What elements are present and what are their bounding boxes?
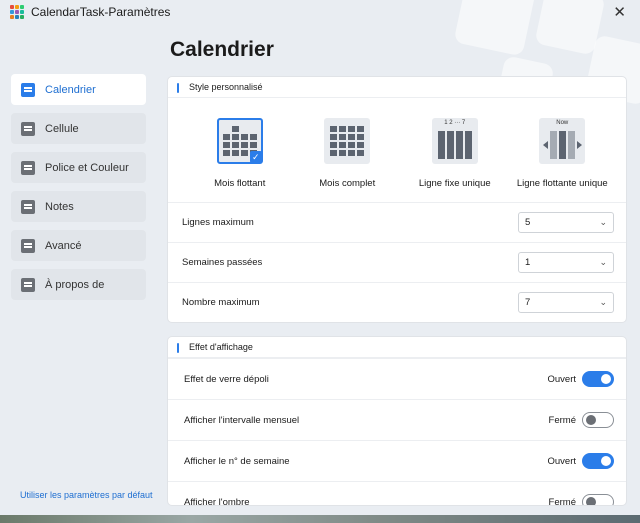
- setting-label: Afficher le n° de semaine: [184, 455, 290, 467]
- toggle-knob: [601, 374, 611, 384]
- style-option-ligne-fixe-unique[interactable]: 1 2 ··· 7 Ligne fixe unique: [401, 118, 509, 202]
- style-option-label: Mois complet: [319, 178, 376, 189]
- verre-depoli-toggle[interactable]: [582, 371, 614, 387]
- style-option-label: Ligne flottante unique: [516, 178, 608, 189]
- sidebar-item-police-couleur[interactable]: Police et Couleur: [11, 152, 146, 183]
- style-option-label: Mois flottant: [214, 178, 266, 189]
- sidebar-item-avance[interactable]: Avancé: [11, 230, 146, 261]
- style-option-mois-complet[interactable]: Mois complet: [294, 118, 402, 202]
- select-value: 5: [525, 217, 531, 228]
- full-month-thumbnail: [324, 118, 371, 164]
- semaines-passees-select[interactable]: 1 ⌄: [518, 252, 614, 273]
- setting-label: Semaines passées: [182, 257, 263, 268]
- setting-label: Nombre maximum: [182, 297, 260, 308]
- chevron-down-icon: ⌄: [599, 217, 607, 227]
- setting-row-ombre: Afficher l'ombre Fermé: [168, 481, 626, 506]
- chevron-down-icon: ⌄: [599, 257, 607, 267]
- toggle-state-label: Fermé: [548, 496, 576, 506]
- week-columns-icon: [437, 131, 472, 159]
- floating-month-thumbnail: ✓: [216, 118, 263, 164]
- setting-row-verre-depoli: Effet de verre dépoli Ouvert: [168, 358, 626, 399]
- floating-row-thumbnail: Now: [539, 118, 586, 164]
- cell-icon: [21, 121, 35, 136]
- info-icon: [21, 277, 35, 292]
- toggle-group: Ouvert: [547, 453, 614, 469]
- fixed-row-thumbnail: 1 2 ··· 7: [431, 118, 478, 164]
- sidebar-item-a-propos[interactable]: À propos de: [11, 269, 146, 300]
- select-value: 7: [525, 297, 531, 308]
- ombre-toggle[interactable]: [582, 494, 614, 505]
- setting-row-lignes-maximum: Lignes maximum 5 ⌄: [168, 202, 626, 242]
- setting-label: Lignes maximum: [182, 217, 254, 228]
- font-color-icon: [21, 160, 35, 175]
- style-option-label: Ligne fixe unique: [418, 178, 491, 189]
- setting-label: Afficher l'ombre: [184, 496, 250, 506]
- style-option-mois-flottant[interactable]: ✓ Mois flottant: [186, 118, 294, 202]
- setting-row-numero-semaine: Afficher le n° de semaine Ouvert: [168, 440, 626, 481]
- sidebar-item-cellule[interactable]: Cellule: [11, 113, 146, 144]
- sidebar-item-calendrier[interactable]: Calendrier: [11, 74, 146, 105]
- check-icon: ✓: [249, 151, 262, 163]
- toggle-group: Fermé: [549, 412, 614, 428]
- toggle-state-label: Fermé: [548, 414, 576, 426]
- toggle-group: Ouvert: [547, 371, 614, 387]
- toggle-knob: [601, 456, 611, 466]
- thumbnail-caption: 1 2 ··· 7: [444, 120, 466, 126]
- close-button[interactable]: ✕: [613, 3, 626, 21]
- sidebar-item-notes[interactable]: Notes: [11, 191, 146, 222]
- thumbnail-caption: Now: [556, 120, 569, 126]
- sidebar-item-label: À propos de: [45, 278, 105, 291]
- style-option-ligne-flottante-unique[interactable]: Now Ligne flottante unique: [509, 118, 617, 202]
- display-effect-section: Effet d'affichage Effet de verre dépoli …: [167, 336, 627, 506]
- sidebar-item-label: Avancé: [45, 239, 82, 252]
- notes-icon: [21, 199, 35, 214]
- nombre-maximum-select[interactable]: 7 ⌄: [518, 292, 614, 313]
- setting-row-semaines-passees: Semaines passées 1 ⌄: [168, 242, 626, 282]
- setting-row-nombre-maximum: Nombre maximum 7 ⌄: [168, 282, 626, 322]
- select-value: 1: [525, 257, 531, 268]
- sidebar-item-label: Cellule: [45, 122, 79, 135]
- month-grid-icon: [330, 126, 365, 156]
- section-title: Effet d'affichage: [189, 342, 253, 352]
- setting-label: Afficher l'intervalle mensuel: [184, 414, 300, 426]
- calendar-icon: [21, 82, 35, 97]
- intervalle-mensuel-toggle[interactable]: [582, 412, 614, 428]
- reset-defaults-link[interactable]: Utiliser les paramètres par défaut: [20, 490, 153, 500]
- lignes-maximum-select[interactable]: 5 ⌄: [518, 212, 614, 233]
- window-title: CalendarTask-Paramètres: [31, 5, 171, 19]
- floating-columns-icon: [542, 131, 582, 159]
- title-bar: CalendarTask-Paramètres ✕: [0, 0, 640, 24]
- app-icon: [10, 5, 24, 19]
- sidebar-item-label: Calendrier: [45, 83, 96, 96]
- toggle-state-label: Ouvert: [547, 455, 576, 467]
- section-title: Style personnalisé: [189, 82, 263, 92]
- style-options: ✓ Mois flottant Mois complet 1 2 ··· 7 L…: [168, 98, 626, 202]
- numero-semaine-toggle[interactable]: [582, 453, 614, 469]
- advanced-icon: [21, 238, 35, 253]
- toggle-group: Fermé: [548, 494, 614, 506]
- style-section: Style personnalisé ✓ Mois flottant Mois …: [167, 76, 627, 323]
- setting-label: Effet de verre dépoli: [184, 373, 269, 385]
- sidebar-nav: Calendrier Cellule Police et Couleur Not…: [11, 74, 146, 308]
- sidebar-item-label: Notes: [45, 200, 74, 213]
- section-header: Effet d'affichage: [168, 337, 626, 358]
- desktop-background-strip: [0, 515, 640, 523]
- toggle-knob: [586, 415, 596, 425]
- section-header: Style personnalisé: [168, 77, 626, 98]
- chevron-down-icon: ⌄: [599, 297, 607, 307]
- setting-row-intervalle-mensuel: Afficher l'intervalle mensuel Fermé: [168, 399, 626, 440]
- page-title: Calendrier: [170, 38, 274, 61]
- toggle-state-label: Ouvert: [547, 373, 576, 385]
- sidebar-item-label: Police et Couleur: [45, 161, 129, 174]
- toggle-knob: [586, 497, 596, 505]
